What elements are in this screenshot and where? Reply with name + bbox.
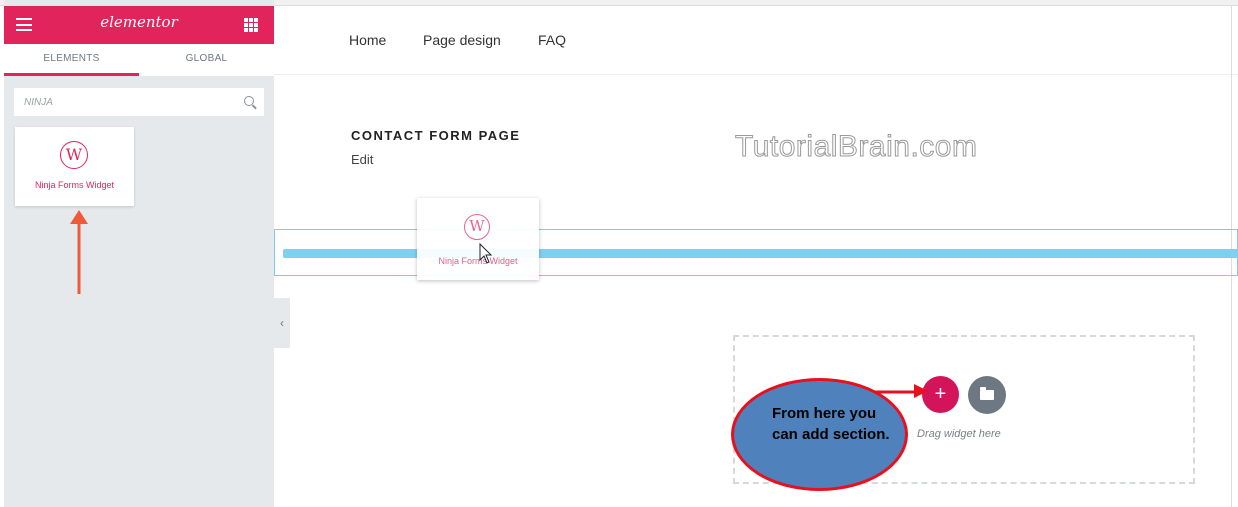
- callout-text: From here you can add section.: [772, 405, 890, 443]
- ghost-label: Ninja Forms Widget: [438, 256, 518, 266]
- folder-icon: [980, 387, 994, 400]
- nav-faq[interactable]: FAQ: [538, 32, 566, 48]
- nav-home[interactable]: Home: [349, 32, 386, 48]
- edit-link[interactable]: Edit: [351, 152, 373, 167]
- watermark-text: TutorialBrain.com: [734, 130, 978, 164]
- red-up-arrow-annotation: [70, 210, 88, 294]
- tab-elements[interactable]: ELEMENTS: [4, 44, 139, 76]
- nav-page-design[interactable]: Page design: [423, 32, 501, 48]
- drag-widget-hint: Drag widget here: [917, 428, 1001, 440]
- widget-search-box: [14, 88, 264, 116]
- widget-card-label: Ninja Forms Widget: [34, 180, 115, 190]
- widget-search-input[interactable]: [14, 88, 224, 116]
- tab-global[interactable]: GLOBAL: [139, 44, 274, 76]
- widgets-grid-icon[interactable]: [244, 18, 258, 32]
- panel-tabs: ELEMENTS GLOBAL: [4, 44, 274, 76]
- wordpress-icon: W: [464, 214, 490, 240]
- wordpress-icon: W: [60, 141, 88, 169]
- search-icon[interactable]: [244, 96, 254, 106]
- hamburger-menu-icon[interactable]: [16, 18, 32, 31]
- ninja-forms-widget-card[interactable]: W Ninja Forms Widget: [15, 127, 134, 206]
- nav-divider: [274, 74, 1238, 75]
- elementor-panel: elementor ELEMENTS GLOBAL W Ninja Forms …: [4, 0, 274, 507]
- collapse-panel-chevron-icon[interactable]: ‹: [274, 298, 290, 348]
- elementor-logo: elementor: [100, 13, 178, 31]
- dragged-widget-ghost[interactable]: W Ninja Forms Widget: [417, 198, 539, 280]
- page-title: CONTACT FORM PAGE: [351, 128, 521, 143]
- panel-header: elementor: [4, 6, 274, 44]
- add-template-button[interactable]: [968, 376, 1006, 414]
- screenshot-root: elementor ELEMENTS GLOBAL W Ninja Forms …: [0, 0, 1238, 507]
- mouse-cursor-icon: [479, 243, 493, 264]
